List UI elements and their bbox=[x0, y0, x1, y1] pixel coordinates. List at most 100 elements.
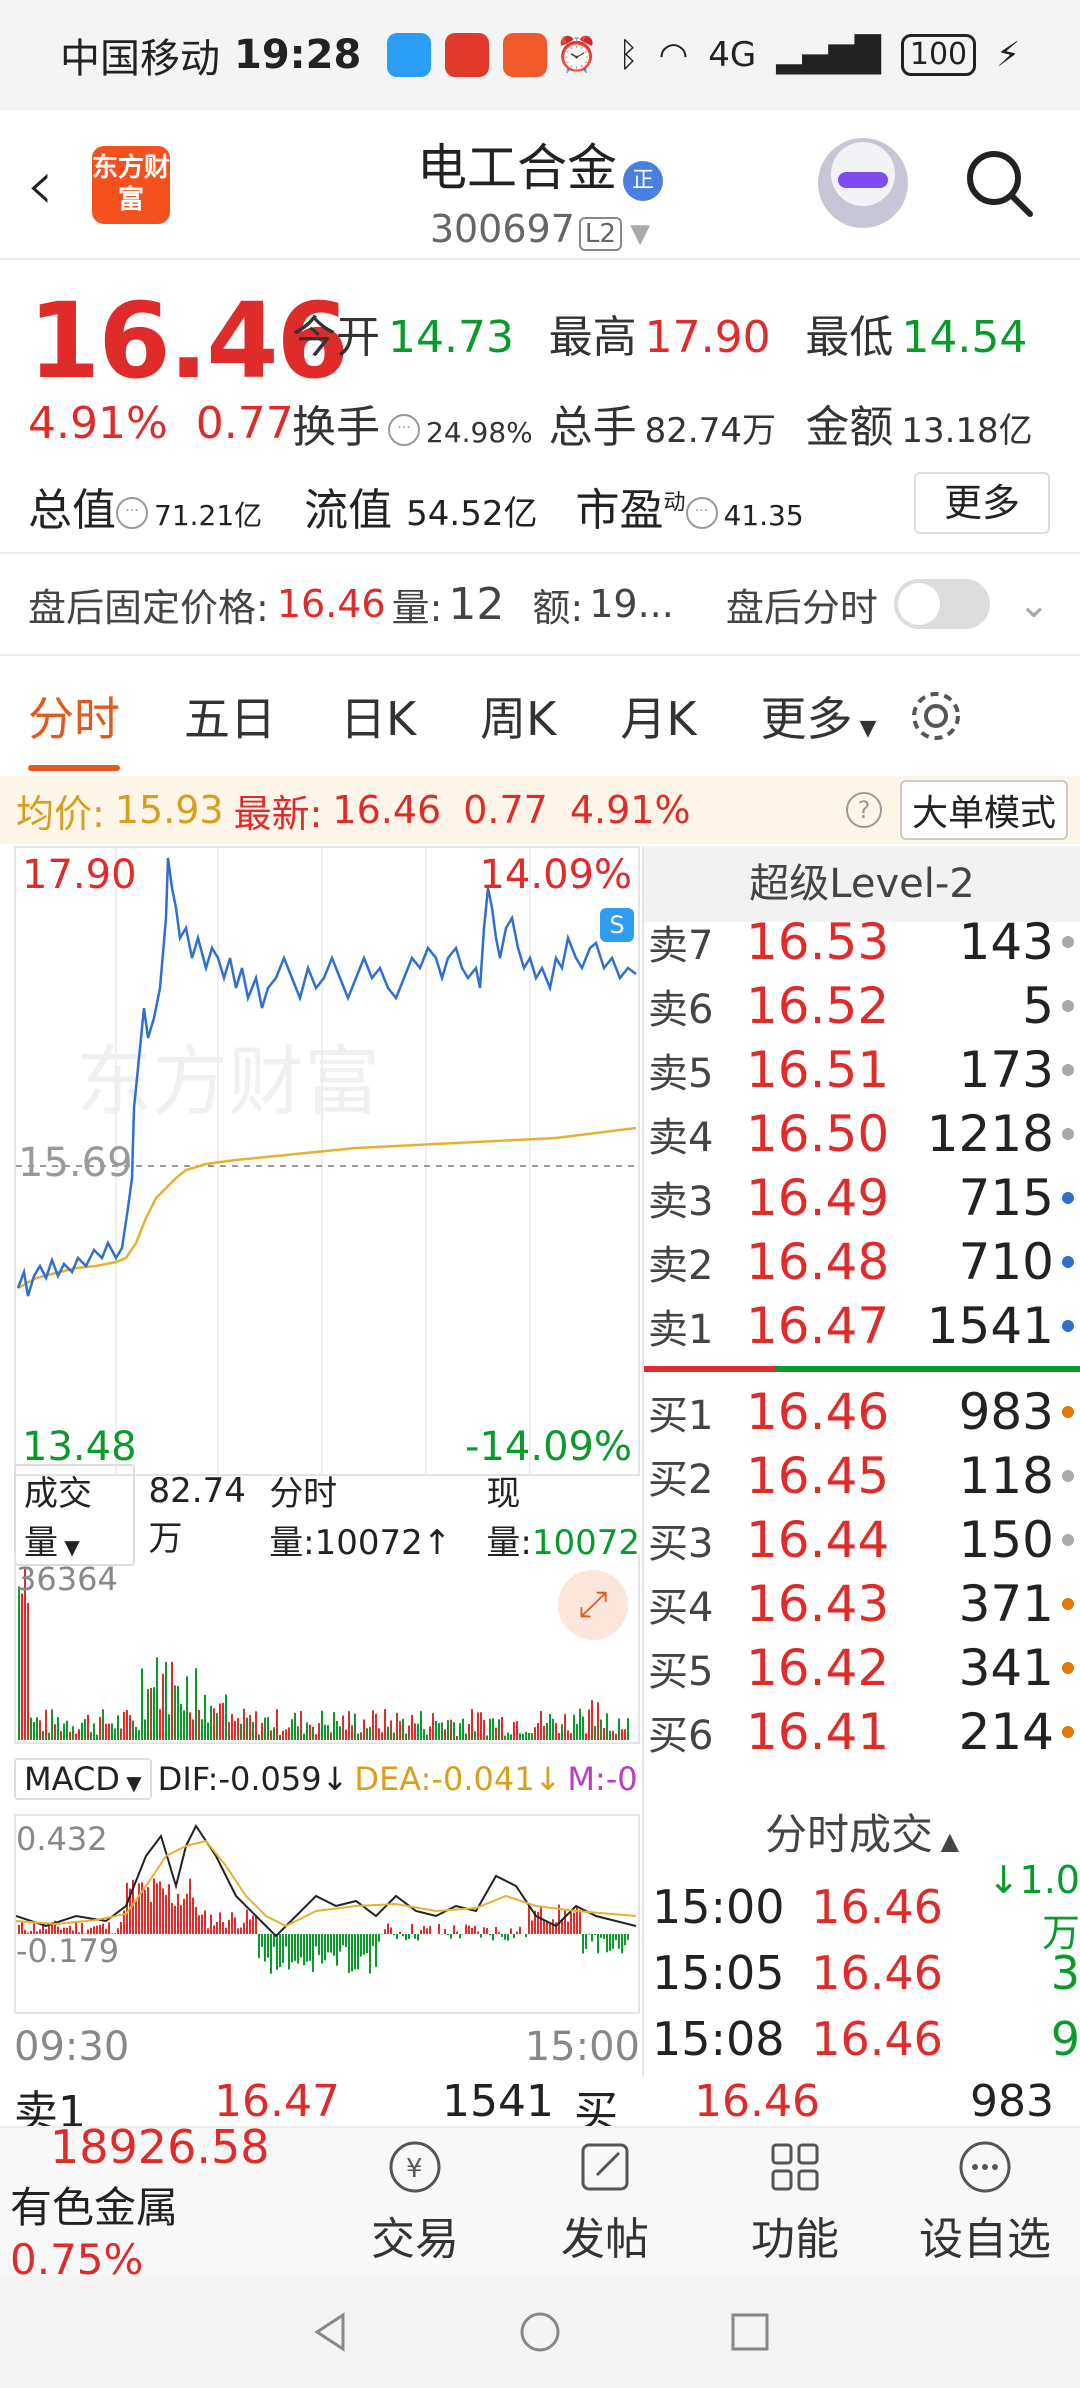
order-book-row[interactable]: 卖5 16.51 173 bbox=[644, 1038, 1080, 1102]
trade-button[interactable]: ¥ 交易 bbox=[320, 2137, 510, 2267]
macd-bar bbox=[231, 1912, 233, 1934]
after-hours-timeshare-label: 盘后分时 bbox=[725, 585, 878, 630]
macd-bar bbox=[285, 1934, 287, 1947]
volume-bar bbox=[519, 1733, 521, 1740]
order-book-row[interactable]: 卖4 16.50 1218 bbox=[644, 1102, 1080, 1166]
macd-bar bbox=[501, 1934, 503, 1937]
macd-bar bbox=[471, 1927, 473, 1934]
latest-price: 16.46 bbox=[332, 788, 442, 832]
turnover-rate[interactable]: 换手 ··· 24.98% bbox=[292, 391, 549, 455]
tab-intraday[interactable]: 分时 bbox=[28, 683, 120, 771]
order-book-row[interactable]: 卖1 16.47 1541 bbox=[644, 1294, 1080, 1358]
bid-list: 买1 16.46 983 买2 16.45 118 买3 16.44 150 买4 16.43 371… bbox=[644, 1380, 1080, 1764]
macd-bar bbox=[624, 1934, 626, 1946]
order-book-divider bbox=[644, 1366, 1080, 1372]
back-icon[interactable]: ‹ bbox=[26, 150, 54, 220]
macd-dea: DEA:-0.041↓ bbox=[354, 1760, 562, 1798]
macd-selector[interactable]: MACD ▼ bbox=[14, 1758, 152, 1800]
order-book-row[interactable]: 买5 16.42 341 bbox=[644, 1636, 1080, 1700]
more-dots-icon: ··· bbox=[685, 497, 718, 529]
tab-weekly-k[interactable]: 周K bbox=[480, 683, 556, 749]
macd-bar bbox=[249, 1919, 251, 1934]
order-book-row[interactable]: 买2 16.45 118 bbox=[644, 1444, 1080, 1508]
macd-bar bbox=[594, 1934, 596, 1936]
more-button[interactable]: 更多 bbox=[914, 472, 1050, 534]
after-hours-amt-label: 额: bbox=[532, 585, 584, 630]
order-book-row[interactable]: 买4 16.43 371 bbox=[644, 1572, 1080, 1636]
macd-bar bbox=[468, 1925, 470, 1934]
expand-icon[interactable]: ⤢ bbox=[558, 1570, 628, 1640]
macd-bar bbox=[552, 1919, 554, 1934]
macd-bar bbox=[486, 1928, 488, 1934]
volume-bar bbox=[123, 1711, 125, 1740]
home-circle-icon[interactable] bbox=[515, 2307, 565, 2357]
volume-bar bbox=[303, 1733, 305, 1740]
chevron-down-icon[interactable]: ▼ bbox=[622, 219, 650, 249]
order-dot bbox=[1062, 1064, 1074, 1076]
macd-chart[interactable]: 0.432 -0.179 bbox=[14, 1814, 640, 2014]
app-logo[interactable]: 东方财富 bbox=[92, 146, 170, 224]
volume-bar bbox=[558, 1733, 560, 1740]
tab-monthly-k[interactable]: 月K bbox=[620, 683, 696, 749]
intraday-chart[interactable]: 东方财富 17.90 14.09% 15.69 13.48 -14.09% S bbox=[14, 846, 640, 1476]
indicator-selector[interactable]: 成交量 ▼ bbox=[14, 1464, 135, 1566]
order-book-row[interactable]: 卖6 16.52 5 bbox=[644, 974, 1080, 1038]
tab-five-day[interactable]: 五日 bbox=[184, 683, 276, 749]
macd-bar bbox=[606, 1934, 608, 1953]
volume-bar bbox=[324, 1724, 326, 1740]
volume-bar bbox=[366, 1728, 368, 1740]
volume-bar bbox=[144, 1719, 146, 1740]
macd-min: -0.179 bbox=[16, 1932, 120, 1970]
order-book-row[interactable]: 卖3 16.49 715 bbox=[644, 1166, 1080, 1230]
order-price: 16.50 bbox=[746, 1105, 890, 1163]
volume-chart[interactable]: 36364 ⤢ bbox=[14, 1554, 640, 1744]
avg-label: 均价: bbox=[16, 791, 105, 836]
macd-bar bbox=[336, 1934, 338, 1966]
after-hours-toggle[interactable] bbox=[893, 579, 990, 629]
volume-bar bbox=[273, 1727, 275, 1740]
macd-bar bbox=[138, 1883, 140, 1934]
macd-bar bbox=[513, 1934, 515, 1939]
volume-bar bbox=[222, 1702, 224, 1740]
volume-bar bbox=[264, 1717, 266, 1740]
tab-more[interactable]: 更多 ▼ bbox=[761, 683, 877, 749]
recents-square-icon[interactable] bbox=[725, 2307, 775, 2357]
volume-bar bbox=[579, 1708, 581, 1740]
macd-bar bbox=[354, 1934, 356, 1970]
order-book-row[interactable]: 买3 16.44 150 bbox=[644, 1508, 1080, 1572]
tab-daily-k[interactable]: 日K bbox=[340, 683, 416, 749]
assistant-robot-icon[interactable] bbox=[818, 138, 908, 228]
market-cap[interactable]: 总值 ··· 71.21亿 bbox=[28, 485, 262, 536]
macd-bar bbox=[216, 1921, 218, 1934]
order-book-row[interactable]: 卖2 16.48 710 bbox=[644, 1230, 1080, 1294]
order-dot bbox=[1062, 1256, 1074, 1268]
back-triangle-icon[interactable] bbox=[305, 2307, 355, 2357]
volume-bar bbox=[81, 1722, 83, 1740]
post-button[interactable]: 发帖 bbox=[510, 2137, 700, 2267]
order-book-row[interactable]: 卖7 16.53 143 bbox=[644, 910, 1080, 974]
gear-icon[interactable] bbox=[906, 686, 966, 746]
order-side: 卖3 bbox=[648, 1179, 714, 1225]
pe-ratio[interactable]: 市盈动 ··· 41.35 bbox=[576, 485, 804, 536]
macd-bar bbox=[498, 1932, 500, 1934]
function-button[interactable]: 功能 bbox=[700, 2137, 890, 2267]
sector-index[interactable]: 18926.58 有色金属 0.75% bbox=[0, 2120, 320, 2284]
macd-bar bbox=[192, 1897, 194, 1934]
search-icon[interactable] bbox=[962, 146, 1036, 220]
help-icon[interactable]: ? bbox=[845, 792, 882, 828]
macd-bar bbox=[474, 1925, 476, 1934]
chevron-down-icon[interactable]: ⌄ bbox=[1018, 582, 1050, 626]
signal-marker-icon[interactable]: S bbox=[600, 908, 634, 942]
volume-bar bbox=[363, 1719, 365, 1740]
stock-title[interactable]: 电工合金正 300697 L2 ▼ bbox=[300, 128, 780, 251]
strip-bid-qty: 983 bbox=[970, 2076, 1054, 2126]
big-order-mode-button[interactable]: 大单模式 bbox=[899, 780, 1068, 840]
macd-dif: DIF:-0.059↓ bbox=[157, 1760, 349, 1798]
order-book-row[interactable]: 买6 16.41 214 bbox=[644, 1700, 1080, 1764]
macd-bar bbox=[180, 1905, 182, 1934]
macd-bar bbox=[372, 1934, 374, 1946]
tick-trades[interactable]: 分时成交 ▲ 15:00 16.46 ↓1.0万 15:05 16.46 3 15:08 16… bbox=[642, 1796, 1080, 2076]
add-watchlist-button[interactable]: 设自选 bbox=[890, 2137, 1080, 2267]
volume-bar bbox=[300, 1710, 302, 1740]
order-book-row[interactable]: 买1 16.46 983 bbox=[644, 1380, 1080, 1444]
